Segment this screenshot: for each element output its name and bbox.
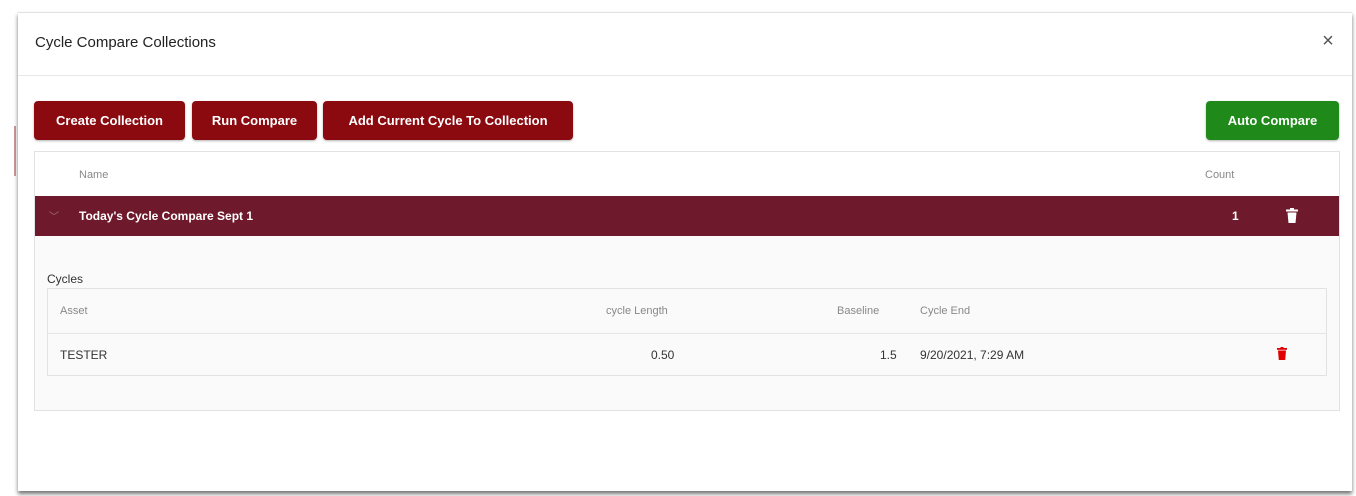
collection-count: 1 (1232, 209, 1239, 223)
collections-table-header: Name Count (35, 152, 1339, 196)
column-header-cycle-length[interactable]: cycle Length (606, 305, 668, 317)
collections-table: Name Count ﹀ Today's Cycle Compare Sept … (34, 151, 1340, 411)
create-collection-button[interactable]: Create Collection (34, 101, 185, 140)
trash-icon[interactable] (1285, 208, 1299, 224)
trash-icon[interactable] (1276, 347, 1288, 360)
column-header-baseline[interactable]: Baseline (837, 305, 879, 317)
column-header-asset[interactable]: Asset (60, 305, 88, 317)
column-header-name[interactable]: Name (79, 169, 108, 181)
collection-name: Today's Cycle Compare Sept 1 (79, 209, 254, 223)
cycle-compare-modal: Cycle Compare Collections × Create Colle… (18, 12, 1352, 491)
cycle-baseline-value: 1.5 (880, 348, 897, 362)
column-header-cycle-end[interactable]: Cycle End (920, 305, 970, 317)
background-edge-mark (14, 126, 16, 176)
cycles-table-header: Asset cycle Length Baseline Cycle End (48, 289, 1326, 334)
modal-title: Cycle Compare Collections (35, 34, 216, 51)
add-current-cycle-button[interactable]: Add Current Cycle To Collection (323, 101, 573, 140)
cycle-asset: TESTER (60, 348, 108, 362)
cycle-end-value: 9/20/2021, 7:29 AM (920, 348, 1025, 362)
cycles-table: Asset cycle Length Baseline Cycle End TE… (47, 288, 1327, 376)
modal-header: Cycle Compare Collections × (18, 13, 1352, 76)
column-header-count[interactable]: Count (1205, 169, 1234, 181)
cycle-length-value: 0.50 (651, 348, 675, 362)
collection-row[interactable]: ﹀ Today's Cycle Compare Sept 1 1 (35, 196, 1339, 236)
chevron-down-icon[interactable]: ﹀ (49, 208, 59, 223)
run-compare-button[interactable]: Run Compare (192, 101, 317, 140)
auto-compare-button[interactable]: Auto Compare (1206, 101, 1339, 140)
cycles-section-label: Cycles (47, 272, 84, 286)
close-icon[interactable]: × (1318, 31, 1338, 51)
